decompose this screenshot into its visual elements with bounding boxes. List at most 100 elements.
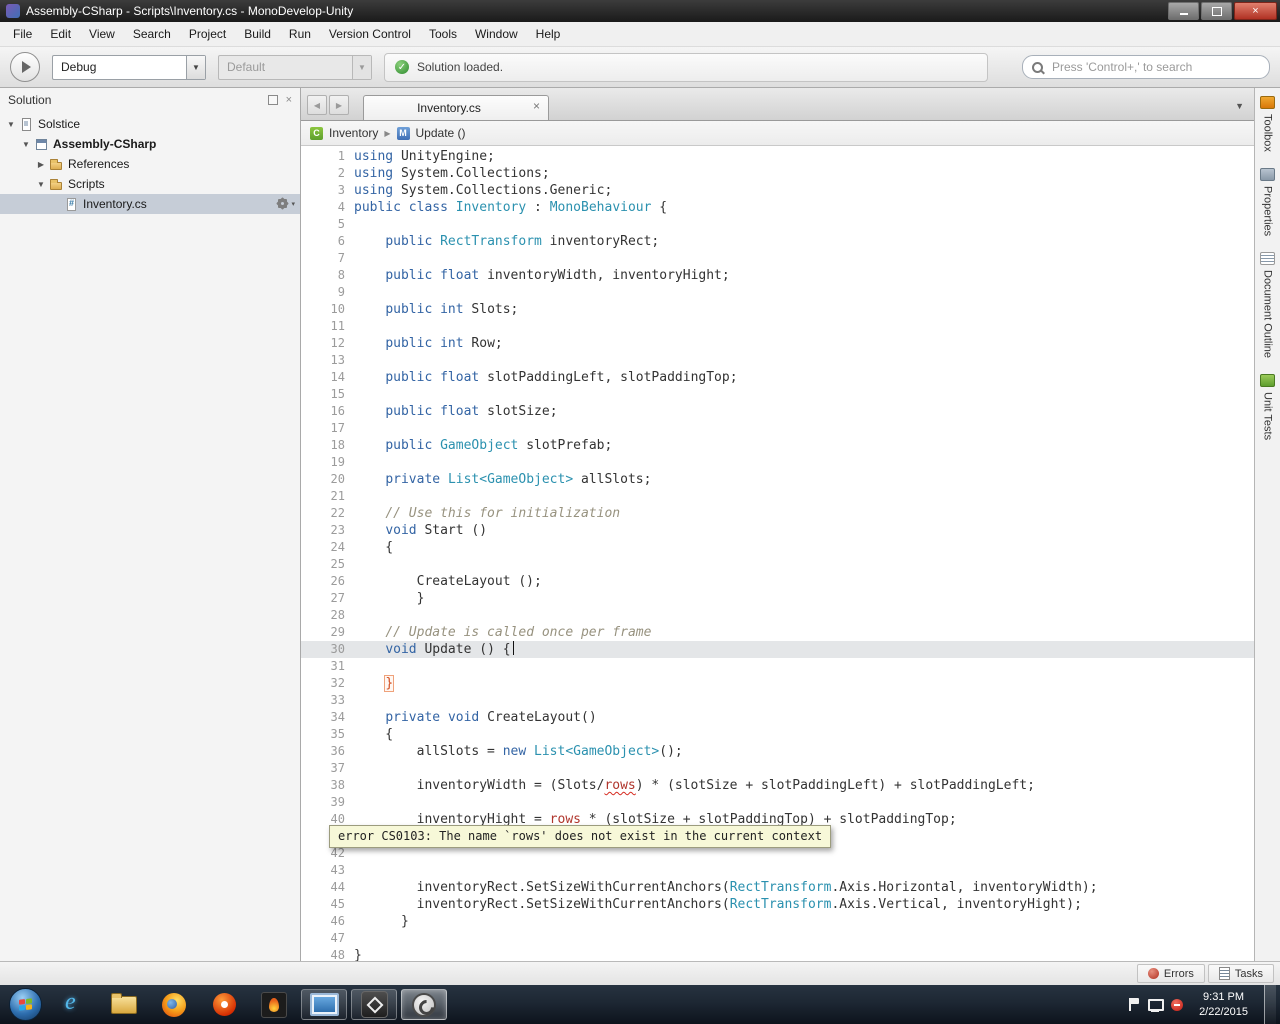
device-select[interactable]: Default ▼ xyxy=(218,55,372,80)
code-line-1[interactable]: 1using UnityEngine; xyxy=(301,148,1254,165)
code-line-12[interactable]: 12 public int Row; xyxy=(301,335,1254,352)
code-line-28[interactable]: 28 xyxy=(301,607,1254,624)
code-line-47[interactable]: 47 xyxy=(301,930,1254,947)
code-line-34[interactable]: 34 private void CreateLayout() xyxy=(301,709,1254,726)
tab-close-icon[interactable]: × xyxy=(533,100,540,112)
screenshot-viewer-taskbar-button[interactable] xyxy=(301,989,347,1020)
dock-tab-properties[interactable]: Properties xyxy=(1260,168,1275,236)
code-line-13[interactable]: 13 xyxy=(301,352,1254,369)
code-line-14[interactable]: 14 public float slotPaddingLeft, slotPad… xyxy=(301,369,1254,386)
code-line-15[interactable]: 15 xyxy=(301,386,1254,403)
menu-edit[interactable]: Edit xyxy=(41,23,80,45)
code-line-24[interactable]: 24 { xyxy=(301,539,1254,556)
code-editor[interactable]: 1using UnityEngine;2using System.Collect… xyxy=(301,146,1254,961)
code-line-36[interactable]: 36 allSlots = new List<GameObject>(); xyxy=(301,743,1254,760)
run-button[interactable] xyxy=(10,52,40,82)
code-line-46[interactable]: 46 } xyxy=(301,913,1254,930)
code-line-2[interactable]: 2using System.Collections; xyxy=(301,165,1254,182)
game-taskbar-button[interactable] xyxy=(251,989,297,1020)
breadcrumb-class[interactable]: Inventory xyxy=(329,126,378,140)
code-line-8[interactable]: 8 public float inventoryWidth, inventory… xyxy=(301,267,1254,284)
action-center-icon[interactable] xyxy=(1128,998,1139,1011)
code-line-19[interactable]: 19 xyxy=(301,454,1254,471)
code-line-7[interactable]: 7 xyxy=(301,250,1254,267)
tree-item-inventory-cs[interactable]: Inventory.cs▾ xyxy=(0,194,300,214)
nav-back-button[interactable]: ◀ xyxy=(307,95,327,115)
tree-item-assembly-csharp[interactable]: ▼Assembly-CSharp xyxy=(0,134,300,154)
close-pad-button[interactable]: × xyxy=(286,94,292,106)
menu-window[interactable]: Window xyxy=(466,23,527,45)
code-line-3[interactable]: 3using System.Collections.Generic; xyxy=(301,182,1254,199)
code-line-45[interactable]: 45 inventoryRect.SetSizeWithCurrentAncho… xyxy=(301,896,1254,913)
code-line-17[interactable]: 17 xyxy=(301,420,1254,437)
code-line-35[interactable]: 35 { xyxy=(301,726,1254,743)
file-explorer-taskbar-button[interactable] xyxy=(101,989,147,1020)
code-line-6[interactable]: 6 public RectTransform inventoryRect; xyxy=(301,233,1254,250)
expander-open-icon[interactable]: ▼ xyxy=(4,120,18,129)
tab-inventory-cs[interactable]: Inventory.cs × xyxy=(363,95,549,120)
code-line-39[interactable]: 39 xyxy=(301,794,1254,811)
code-line-43[interactable]: 43 xyxy=(301,862,1254,879)
code-line-30[interactable]: 30 void Update () { xyxy=(301,641,1254,658)
code-line-21[interactable]: 21 xyxy=(301,488,1254,505)
expander-open-icon[interactable]: ▼ xyxy=(19,140,33,149)
menu-run[interactable]: Run xyxy=(280,23,320,45)
expander-closed-icon[interactable]: ▶ xyxy=(34,160,48,169)
taskbar-clock[interactable]: 9:31 PM 2/22/2015 xyxy=(1199,990,1248,1019)
code-line-32[interactable]: 32 } xyxy=(301,675,1254,692)
menu-help[interactable]: Help xyxy=(527,23,570,45)
menu-tools[interactable]: Tools xyxy=(420,23,466,45)
document-list-dropdown-icon[interactable]: ▼ xyxy=(1235,101,1244,111)
code-line-10[interactable]: 10 public int Slots; xyxy=(301,301,1254,318)
errors-button[interactable]: Errors xyxy=(1137,964,1205,983)
menu-project[interactable]: Project xyxy=(180,23,235,45)
code-line-44[interactable]: 44 inventoryRect.SetSizeWithCurrentAncho… xyxy=(301,879,1254,896)
code-line-11[interactable]: 11 xyxy=(301,318,1254,335)
code-line-37[interactable]: 37 xyxy=(301,760,1254,777)
code-line-23[interactable]: 23 void Start () xyxy=(301,522,1254,539)
unity-taskbar-button[interactable] xyxy=(351,989,397,1020)
expander-open-icon[interactable]: ▼ xyxy=(34,180,48,189)
code-line-38[interactable]: 38 inventoryWidth = (Slots/rows) * (slot… xyxy=(301,777,1254,794)
code-line-27[interactable]: 27 } xyxy=(301,590,1254,607)
menu-version-control[interactable]: Version Control xyxy=(320,23,420,45)
start-button[interactable] xyxy=(9,988,42,1021)
code-line-48[interactable]: 48} xyxy=(301,947,1254,961)
code-line-33[interactable]: 33 xyxy=(301,692,1254,709)
tree-item-solstice[interactable]: ▼Solstice xyxy=(0,114,300,134)
dock-tab-unit-tests[interactable]: Unit Tests xyxy=(1260,374,1275,440)
code-line-5[interactable]: 5 xyxy=(301,216,1254,233)
code-line-26[interactable]: 26 CreateLayout (); xyxy=(301,573,1254,590)
internet-explorer-taskbar-button[interactable] xyxy=(51,989,97,1020)
breadcrumb-method[interactable]: Update () xyxy=(416,126,466,140)
menu-file[interactable]: File xyxy=(4,23,41,45)
nav-forward-button[interactable]: ▶ xyxy=(329,95,349,115)
close-button[interactable]: × xyxy=(1234,2,1277,20)
menu-view[interactable]: View xyxy=(80,23,124,45)
code-line-20[interactable]: 20 private List<GameObject> allSlots; xyxy=(301,471,1254,488)
alert-icon[interactable] xyxy=(1171,999,1183,1011)
show-desktop-button[interactable] xyxy=(1264,985,1276,1024)
minimize-button[interactable] xyxy=(1168,2,1199,20)
code-line-25[interactable]: 25 xyxy=(301,556,1254,573)
code-line-22[interactable]: 22 // Use this for initialization xyxy=(301,505,1254,522)
code-line-31[interactable]: 31 xyxy=(301,658,1254,675)
code-line-29[interactable]: 29 // Update is called once per frame xyxy=(301,624,1254,641)
code-line-4[interactable]: 4public class Inventory : MonoBehaviour … xyxy=(301,199,1254,216)
firefox-taskbar-button[interactable] xyxy=(151,989,197,1020)
tree-item-references[interactable]: ▶References xyxy=(0,154,300,174)
maximize-button[interactable] xyxy=(1201,2,1232,20)
tasks-button[interactable]: Tasks xyxy=(1208,964,1274,983)
dock-tab-toolbox[interactable]: Toolbox xyxy=(1260,96,1275,152)
code-line-18[interactable]: 18 public GameObject slotPrefab; xyxy=(301,437,1254,454)
code-line-16[interactable]: 16 public float slotSize; xyxy=(301,403,1254,420)
item-options-gear-icon[interactable]: ▾ xyxy=(277,198,295,209)
tree-item-scripts[interactable]: ▼Scripts xyxy=(0,174,300,194)
network-icon[interactable] xyxy=(1148,999,1162,1011)
menu-search[interactable]: Search xyxy=(124,23,180,45)
configuration-select[interactable]: Debug ▼ xyxy=(52,55,206,80)
code-line-9[interactable]: 9 xyxy=(301,284,1254,301)
menu-build[interactable]: Build xyxy=(235,23,280,45)
dock-pad-button[interactable] xyxy=(268,95,278,105)
search-input[interactable] xyxy=(1050,59,1260,75)
